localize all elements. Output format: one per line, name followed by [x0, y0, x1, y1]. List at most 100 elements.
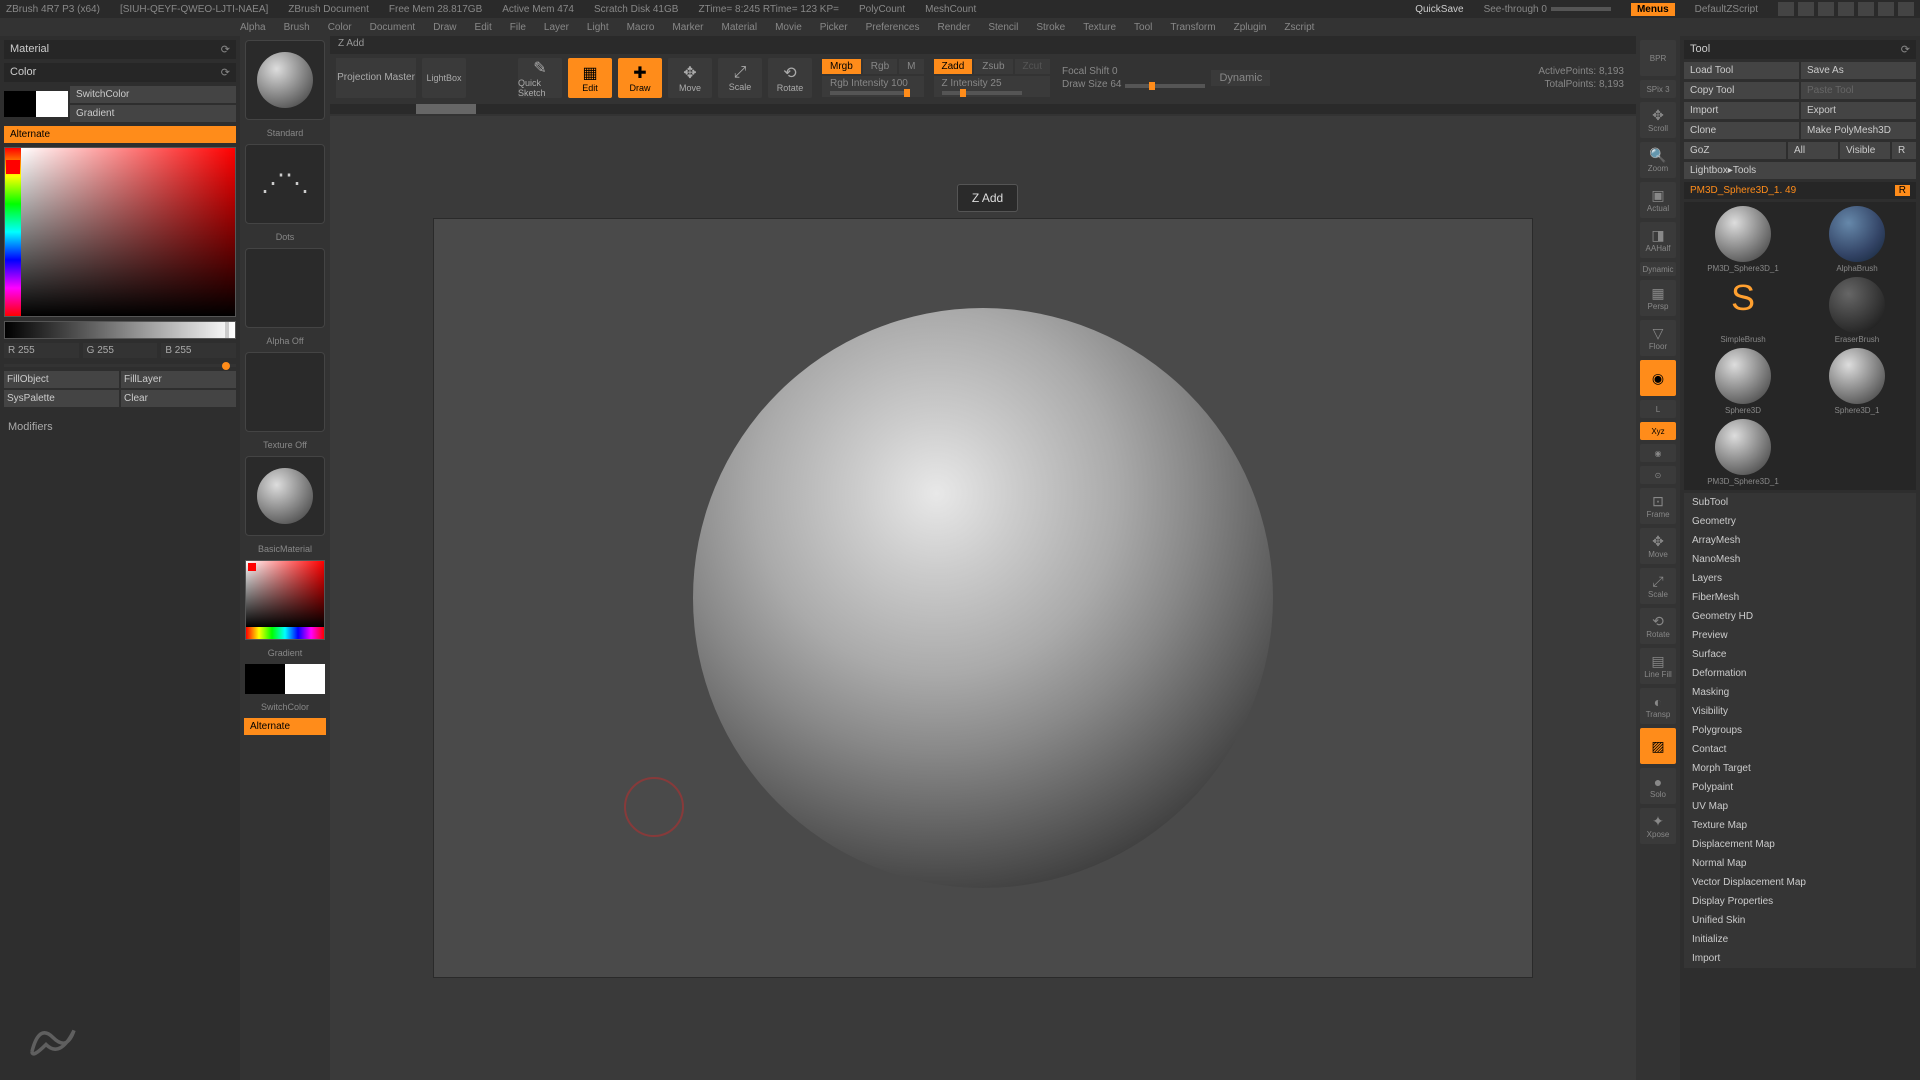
tool-header[interactable]: Tool⟳	[1684, 40, 1916, 59]
alpha-selector[interactable]	[245, 248, 325, 328]
brush-selector[interactable]	[245, 40, 325, 120]
zsub-button[interactable]: Zsub	[974, 59, 1012, 74]
menu-movie[interactable]: Movie	[775, 22, 802, 33]
tool-thumb[interactable]: PM3D_Sphere3D_1	[1688, 419, 1798, 486]
accordion-normal-map[interactable]: Normal Map	[1684, 854, 1916, 873]
rgb-button[interactable]: Rgb	[863, 59, 897, 74]
persp-button[interactable]: ▦Persp	[1640, 280, 1676, 316]
refresh-icon[interactable]: ⟳	[221, 43, 230, 56]
xyz-button[interactable]: Xyz	[1640, 422, 1676, 440]
goz-visible-button[interactable]: Visible	[1840, 142, 1890, 159]
menu-file[interactable]: File	[510, 22, 526, 33]
actual-button[interactable]: ▣Actual	[1640, 182, 1676, 218]
zcut-button[interactable]: Zcut	[1015, 59, 1050, 74]
accordion-nanomesh[interactable]: NanoMesh	[1684, 550, 1916, 569]
rgb-intensity-slider[interactable]: Rgb Intensity 100	[822, 76, 924, 97]
accordion-morph-target[interactable]: Morph Target	[1684, 759, 1916, 778]
save-as-button[interactable]: Save As	[1801, 62, 1916, 79]
linefill-button[interactable]: ▤Line Fill	[1640, 648, 1676, 684]
lightbox-button[interactable]: LightBox	[422, 58, 466, 98]
accordion-polygroups[interactable]: Polygroups	[1684, 721, 1916, 740]
clear-button[interactable]: Clear	[121, 390, 236, 407]
gradient-button[interactable]: Gradient	[70, 105, 236, 122]
accordion-masking[interactable]: Masking	[1684, 683, 1916, 702]
close-button[interactable]	[1898, 2, 1914, 16]
scale-button[interactable]: ⤢Scale	[718, 58, 762, 98]
goz-all-button[interactable]: All	[1788, 142, 1838, 159]
move-button[interactable]: ✥Move	[668, 58, 712, 98]
edit-button[interactable]: ▦Edit	[568, 58, 612, 98]
menu-tool[interactable]: Tool	[1134, 22, 1152, 33]
material-selector[interactable]	[245, 456, 325, 536]
menu-stroke[interactable]: Stroke	[1036, 22, 1065, 33]
menus-button[interactable]: Menus	[1631, 3, 1675, 16]
window-btn-3[interactable]	[1818, 2, 1834, 16]
scale-button[interactable]: ⤢Scale	[1640, 568, 1676, 604]
menu-zplugin[interactable]: Zplugin	[1234, 22, 1267, 33]
accordion-visibility[interactable]: Visibility	[1684, 702, 1916, 721]
dynamic-button[interactable]: Dynamic	[1211, 70, 1270, 86]
move-button[interactable]: ✥Move	[1640, 528, 1676, 564]
menu-texture[interactable]: Texture	[1083, 22, 1116, 33]
texture-selector[interactable]	[245, 352, 325, 432]
ghost-button[interactable]: ▨	[1640, 728, 1676, 764]
xpose-button[interactable]: ✦Xpose	[1640, 808, 1676, 844]
accordion-uv-map[interactable]: UV Map	[1684, 797, 1916, 816]
stroke-selector[interactable]: ⋰⋱	[245, 144, 325, 224]
accordion-texture-map[interactable]: Texture Map	[1684, 816, 1916, 835]
menu-stencil[interactable]: Stencil	[988, 22, 1018, 33]
window-btn-2[interactable]	[1798, 2, 1814, 16]
spix-slider[interactable]: SPix 3	[1640, 80, 1676, 98]
solo-button[interactable]: ●Solo	[1640, 768, 1676, 804]
menu-document[interactable]: Document	[370, 22, 416, 33]
zoom-button[interactable]: 🔍Zoom	[1640, 142, 1676, 178]
timeline[interactable]	[330, 104, 1636, 114]
accordion-arraymesh[interactable]: ArrayMesh	[1684, 531, 1916, 550]
bw-swatches[interactable]	[245, 664, 325, 694]
color-picker[interactable]	[4, 147, 236, 317]
r-value[interactable]: R 255	[4, 343, 79, 358]
z-intensity-slider[interactable]: Z Intensity 25	[934, 76, 1050, 97]
paste-tool-button[interactable]: Paste Tool	[1801, 82, 1916, 99]
menu-brush[interactable]: Brush	[284, 22, 310, 33]
local-button[interactable]: ◉	[1640, 360, 1676, 396]
zadd-button[interactable]: Zadd	[934, 59, 973, 74]
mrgb-button[interactable]: Mrgb	[822, 59, 861, 74]
accordion-vector-displacement-map[interactable]: Vector Displacement Map	[1684, 873, 1916, 892]
tool-thumb[interactable]: Sphere3D_1	[1802, 348, 1912, 415]
menu-layer[interactable]: Layer	[544, 22, 569, 33]
minimize-button[interactable]	[1858, 2, 1874, 16]
window-btn-1[interactable]	[1778, 2, 1794, 16]
switch-color-button[interactable]: SwitchColor	[70, 86, 236, 103]
color-header[interactable]: Color⟳	[4, 63, 236, 82]
floor-button[interactable]: ▽Floor	[1640, 320, 1676, 356]
copy-tool-button[interactable]: Copy Tool	[1684, 82, 1799, 99]
scroll-button[interactable]: ✥Scroll	[1640, 102, 1676, 138]
menu-render[interactable]: Render	[938, 22, 971, 33]
menu-edit[interactable]: Edit	[475, 22, 492, 33]
r-button[interactable]: R	[1892, 142, 1916, 159]
focal-shift-slider[interactable]: Focal Shift 0	[1062, 66, 1205, 77]
make-polymesh-button[interactable]: Make PolyMesh3D	[1801, 122, 1916, 139]
sphere-mesh[interactable]	[693, 308, 1273, 888]
l-button[interactable]: L	[1640, 400, 1676, 418]
material-header[interactable]: Material⟳	[4, 40, 236, 59]
export-button[interactable]: Export	[1801, 102, 1916, 119]
import-button[interactable]: Import	[1684, 102, 1799, 119]
transp-button[interactable]: ◐Transp	[1640, 688, 1676, 724]
canvas[interactable]: Z Add	[330, 116, 1636, 1080]
maximize-button[interactable]	[1878, 2, 1894, 16]
accordion-polypaint[interactable]: Polypaint	[1684, 778, 1916, 797]
menu-transform[interactable]: Transform	[1170, 22, 1215, 33]
accordion-geometry-hd[interactable]: Geometry HD	[1684, 607, 1916, 626]
modifiers-header[interactable]: Modifiers	[4, 419, 236, 435]
accordion-contact[interactable]: Contact	[1684, 740, 1916, 759]
menu-zscript[interactable]: Zscript	[1284, 22, 1314, 33]
bpr-button[interactable]: BPR	[1640, 40, 1676, 76]
menu-marker[interactable]: Marker	[672, 22, 703, 33]
alternate-button[interactable]: Alternate	[4, 126, 236, 143]
menu-light[interactable]: Light	[587, 22, 609, 33]
accordion-surface[interactable]: Surface	[1684, 645, 1916, 664]
value-slider[interactable]	[4, 321, 236, 339]
menu-alpha[interactable]: Alpha	[240, 22, 266, 33]
